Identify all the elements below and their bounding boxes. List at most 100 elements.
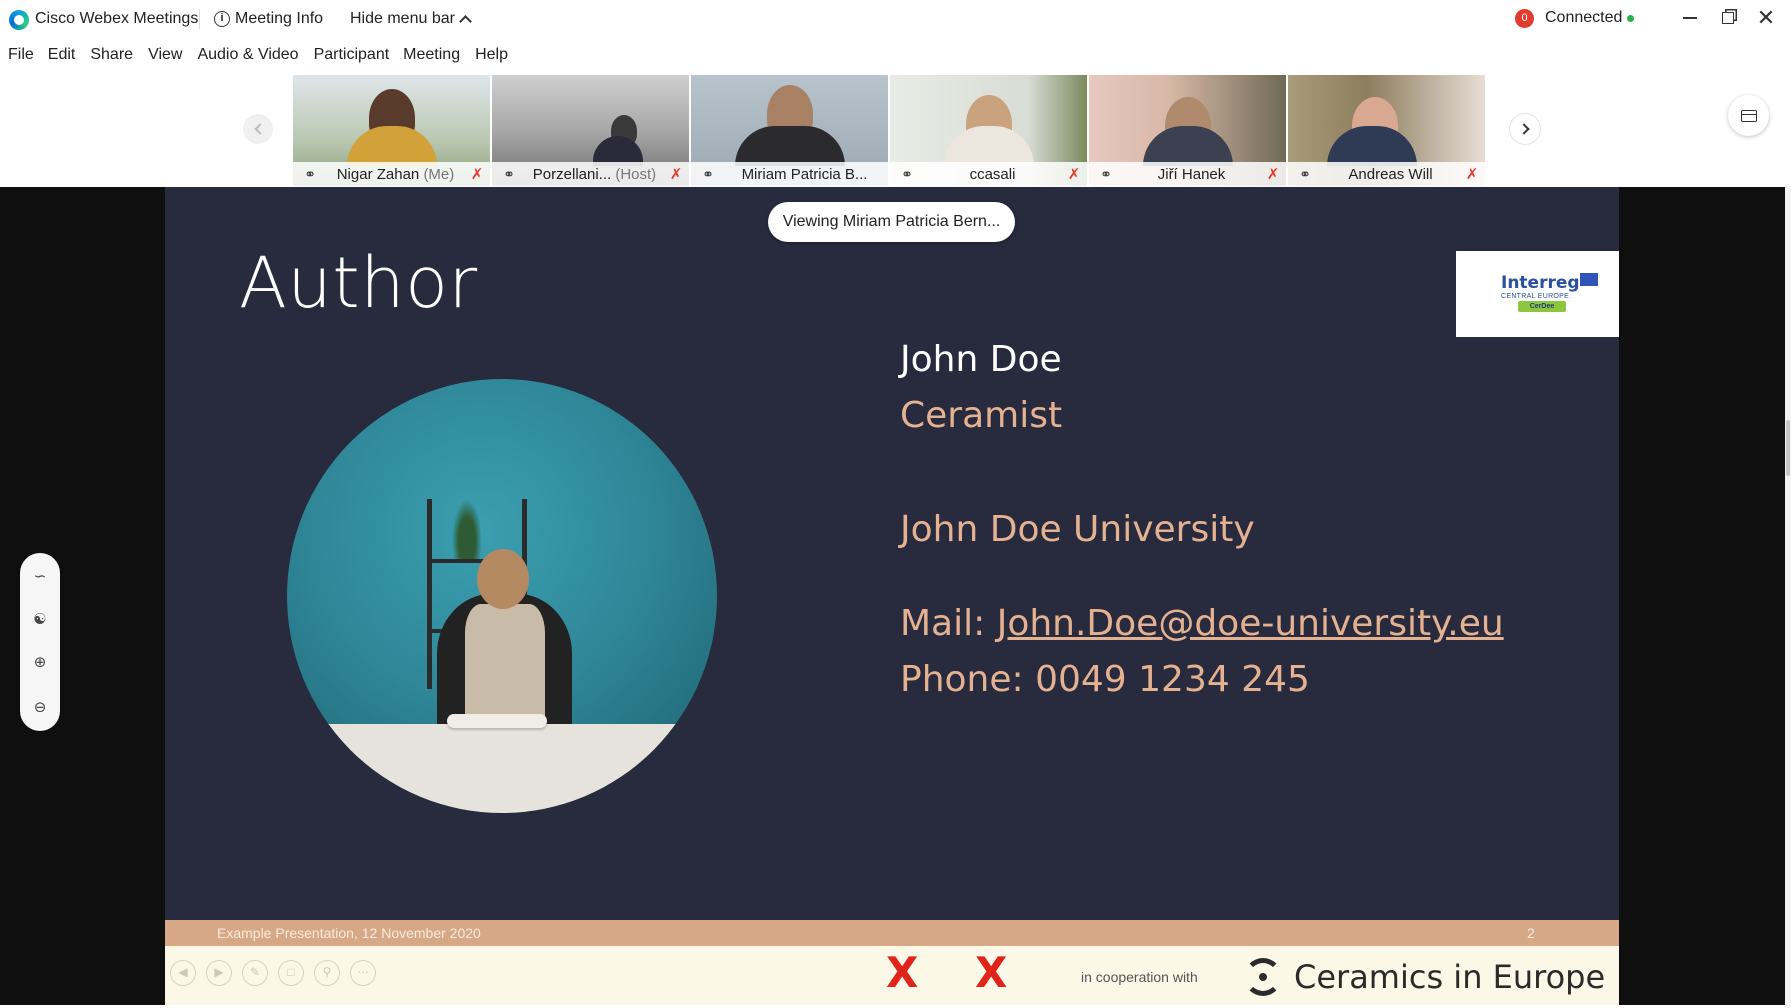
participant-thumbnail-active-speaker[interactable]: ⚭ Miriam Patricia B... (691, 75, 888, 186)
layout-button[interactable] (1728, 95, 1769, 136)
close-button[interactable]: ✕ (1748, 4, 1784, 32)
scrollbar-thumb[interactable] (1786, 420, 1790, 476)
meeting-info-button[interactable]: i Meeting Info (214, 10, 323, 28)
muted-mic-icon: ✗ (1465, 166, 1479, 183)
connection-badge[interactable]: 0 (1515, 9, 1534, 28)
participant-role: (Me) (423, 165, 455, 183)
participant-thumbnail[interactable]: ⚭ Andreas Will ✗ (1288, 75, 1485, 186)
viewing-indicator[interactable]: Viewing Miriam Patricia Bern... (768, 202, 1015, 242)
participant-label: ⚭ Nigar Zahan (Me) ✗ (293, 162, 490, 186)
scrollbar[interactable] (1785, 187, 1791, 1008)
slide-controls: ◀ ▶ ✎ □ ⚲ ⋯ (170, 960, 376, 986)
participant-name: ccasali (969, 165, 1016, 183)
participant-name: Miriam Patricia B... (741, 165, 868, 183)
app-title: Cisco Webex Meetings (35, 10, 199, 27)
participant-thumbnail[interactable]: ⚭ ccasali ✗ (890, 75, 1087, 186)
zoom-in-icon[interactable]: ⊕ (28, 651, 52, 675)
participant-name: Nigar Zahan (336, 165, 420, 183)
logo-ribbon: CerDee (1518, 301, 1566, 312)
participant-thumbnails: ⚭ Nigar Zahan (Me) ✗ ⚭ Porzellani... (Ho… (293, 75, 1485, 186)
participant-thumbnail[interactable]: ⚭ Porzellani... (Host) ✗ (492, 75, 689, 186)
menu-view[interactable]: View (148, 44, 182, 68)
author-mail: Mail: John.Doe@doe-university.eu (900, 603, 1504, 644)
divider (199, 9, 200, 29)
connection-status-dot (1627, 15, 1634, 22)
menu-help[interactable]: Help (475, 44, 508, 68)
participant-name: Andreas Will (1348, 165, 1433, 183)
presentation-slide: Author Interreg CENTRAL EUROPE CerDee Jo… (165, 187, 1619, 1005)
minimize-button[interactable] (1672, 4, 1708, 32)
previous-slide-icon[interactable]: ◀ (170, 960, 196, 986)
participant-label: ⚭ Andreas Will ✗ (1288, 162, 1485, 186)
author-phone: Phone: 0049 1234 245 (900, 659, 1310, 700)
slide-title: Author (239, 242, 478, 324)
mail-link[interactable]: John.Doe@doe-university.eu (997, 603, 1504, 644)
participant-name: Porzellani... (532, 165, 612, 183)
slides-overview-icon[interactable]: □ (278, 960, 304, 986)
chevron-up-icon (459, 15, 472, 28)
footer-text: Example Presentation, 12 November 2020 (217, 925, 481, 941)
participant-thumbnail[interactable]: ⚭ Nigar Zahan (Me) ✗ (293, 75, 490, 186)
hide-menu-bar-button[interactable]: Hide menu bar (350, 10, 472, 28)
menu-file[interactable]: File (8, 44, 34, 68)
muted-mic-icon: ✗ (470, 166, 484, 183)
speaking-headset-icon: ⚭ (702, 165, 714, 182)
headset-icon: ⚭ (304, 165, 316, 182)
annotation-toolbar: ∽ ☯ ⊕ ⊖ (20, 553, 60, 731)
participant-strip: ⚭ Nigar Zahan (Me) ✗ ⚭ Porzellani... (Ho… (0, 75, 1791, 187)
scroll-left-button[interactable] (243, 114, 273, 144)
participant-label: ⚭ ccasali ✗ (890, 162, 1087, 186)
muted-mic-icon: ✗ (1266, 166, 1280, 183)
interreg-logo: Interreg CENTRAL EUROPE CerDee (1456, 251, 1619, 337)
headset-icon: ⚭ (1299, 165, 1311, 182)
meeting-info-label: Meeting Info (235, 10, 324, 27)
connection-status[interactable]: Connected (1545, 9, 1622, 27)
slide-bottom-band: ◀ ▶ ✎ □ ⚲ ⋯ X X in cooperation with Cera… (165, 946, 1619, 1005)
info-icon: i (214, 11, 230, 27)
restore-button[interactable] (1710, 4, 1746, 32)
author-photo (287, 379, 717, 813)
hide-menu-bar-label: Hide menu bar (350, 10, 455, 27)
title-bar: Cisco Webex Meetings i Meeting Info Hide… (0, 0, 1791, 38)
participant-label: ⚭ Porzellani... (Host) ✗ (492, 162, 689, 186)
menu-audio-video[interactable]: Audio & Video (197, 44, 298, 68)
red-x-mark: X (886, 948, 919, 997)
zoom-icon[interactable]: ⚲ (314, 960, 340, 986)
ceramics-in-europe-logo-icon (1244, 958, 1282, 996)
eu-flag-icon (1580, 273, 1598, 286)
logo-subtitle: CENTRAL EUROPE (1501, 293, 1570, 300)
participant-label: ⚭ Jiří Hanek ✗ (1089, 162, 1286, 186)
zoom-out-icon[interactable]: ⊖ (28, 696, 52, 720)
menu-bar: File Edit Share View Audio & Video Parti… (0, 44, 508, 68)
restore-icon (1722, 12, 1734, 24)
muted-mic-icon: ✗ (1067, 166, 1081, 183)
muted-mic-icon: ✗ (669, 166, 683, 183)
annotate-icon[interactable]: ∽ (28, 565, 52, 589)
headset-icon: ⚭ (1100, 165, 1112, 182)
headset-icon: ⚭ (901, 165, 913, 182)
menu-participant[interactable]: Participant (314, 44, 390, 68)
author-name: John Doe (900, 339, 1062, 380)
scroll-right-button[interactable] (1510, 114, 1540, 144)
participant-role: (Host) (615, 165, 657, 183)
layout-icon (1740, 109, 1757, 122)
author-university: John Doe University (900, 509, 1255, 550)
chevron-right-icon (1517, 123, 1530, 135)
more-options-icon[interactable]: ⋯ (350, 960, 376, 986)
slide-number: 2 (1527, 925, 1535, 941)
pen-icon[interactable]: ✎ (242, 960, 268, 986)
mail-label: Mail: (900, 603, 997, 644)
logo-text: Interreg (1501, 273, 1580, 293)
menu-edit[interactable]: Edit (48, 44, 76, 68)
participant-thumbnail[interactable]: ⚭ Jiří Hanek ✗ (1089, 75, 1286, 186)
participant-label: ⚭ Miriam Patricia B... (691, 162, 888, 186)
menu-share[interactable]: Share (90, 44, 133, 68)
slide-footer-bar: Example Presentation, 12 November 2020 2 (165, 920, 1619, 946)
remote-control-icon[interactable]: ☯ (28, 608, 52, 632)
chevron-left-icon (253, 123, 266, 135)
next-slide-icon[interactable]: ▶ (206, 960, 232, 986)
menu-meeting[interactable]: Meeting (403, 44, 460, 68)
red-x-mark: X (975, 948, 1008, 997)
cooperation-label: in cooperation with (1081, 969, 1198, 985)
partner-name: Ceramics in Europe (1294, 958, 1606, 996)
